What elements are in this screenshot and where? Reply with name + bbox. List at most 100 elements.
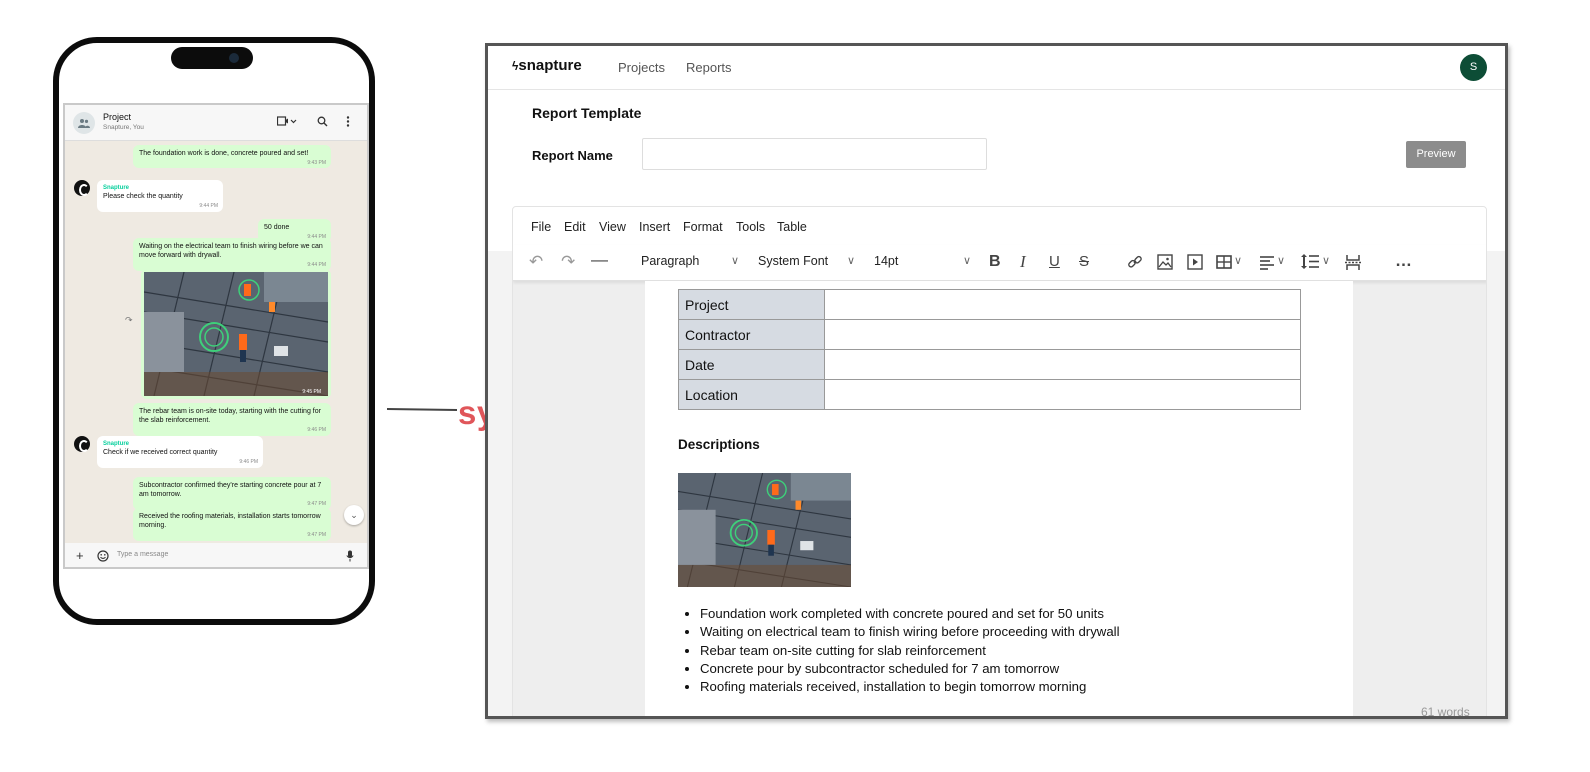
table-row: Project [678,289,1301,320]
more-options-icon[interactable] [346,116,350,130]
list-item: Roofing materials received, installation… [700,678,1120,696]
editor-menubar: File Edit View Insert Format Tools Table [513,207,1486,245]
message-text: Check if we received correct quantity [103,449,218,457]
chat-message: The foundation work is done, concrete po… [133,145,331,169]
message-sender: Snapture [103,441,130,447]
image-icon[interactable] [1157,254,1173,275]
snapture-logo[interactable]: ϟsnapture [512,57,582,74]
message-input[interactable]: Type a message [117,551,168,558]
table-value-cell[interactable] [824,289,1301,320]
description-bullet-list: Foundation work completed with concrete … [700,605,1120,696]
main-content: Report Template Report Name Preview File… [488,91,1505,716]
undo-icon[interactable]: ↶ [529,252,543,272]
align-left-icon[interactable] [1259,254,1275,275]
group-avatar-icon[interactable] [73,112,95,134]
message-text: Waiting on the electrical team to finish… [139,243,323,260]
plus-icon[interactable]: + [76,548,84,563]
table-header-cell[interactable]: Date [678,349,825,380]
message-text: Subcontractor confirmed they're starting… [139,482,322,499]
table-row: Contractor [678,319,1301,350]
search-icon[interactable] [317,116,328,130]
message-text: The rebar team is on-site today, startin… [139,408,321,425]
more-icon[interactable]: … [1395,251,1412,271]
list-item: Foundation work completed with concrete … [700,605,1120,623]
menu-tools[interactable]: Tools [736,220,765,234]
menu-file[interactable]: File [531,220,551,234]
table-header-cell[interactable]: Contractor [678,319,825,350]
report-info-table: Project Contractor Date Location [678,289,1301,410]
chat-message: Snapture Please check the quantity 9:44 … [97,180,223,212]
table-value-cell[interactable] [824,349,1301,380]
block-format-select[interactable]: Paragraph [641,254,699,268]
table-header-cell[interactable]: Project [678,289,825,320]
menu-view[interactable]: View [599,220,626,234]
menu-format[interactable]: Format [683,220,723,234]
message-time: 9:46 PM [307,427,326,434]
rich-text-editor: File Edit View Insert Format Tools Table… [512,206,1487,716]
link-icon[interactable] [1127,254,1143,275]
phone-mockup: Project Snapture, You The foundation wor… [53,37,375,625]
menu-edit[interactable]: Edit [564,220,586,234]
table-header-cell[interactable]: Location [678,379,825,410]
report-name-input[interactable] [642,138,987,170]
media-icon[interactable] [1187,254,1203,275]
chat-message: Snapture Check if we received correct qu… [97,436,263,468]
microphone-icon[interactable] [346,549,354,567]
chat-participants: Snapture, You [103,124,144,131]
chat-header: Project Snapture, You [65,105,367,141]
line-height-icon[interactable] [1300,253,1320,275]
message-sender: Snapture [103,185,130,191]
forward-icon[interactable]: ↷ [125,315,133,326]
report-template-title: Report Template [532,105,642,121]
report-name-label: Report Name [532,148,613,163]
table-value-cell[interactable] [824,379,1301,410]
chevron-down-icon[interactable]: ∨ [731,254,739,267]
word-count: 61 words [1421,705,1470,719]
chat-image-message[interactable]: 9:45 PM [141,269,331,399]
chevron-down-icon[interactable]: ∨ [1234,254,1242,267]
redo-icon[interactable]: ↷ [561,252,575,272]
descriptions-heading: Descriptions [678,437,760,452]
preview-button[interactable]: Preview [1406,141,1466,168]
message-time: 9:47 PM [307,532,326,539]
message-time: 9:46 PM [239,458,258,465]
construction-site-photo [144,272,328,396]
message-text: 50 done [264,224,290,231]
chevron-down-icon[interactable]: ∨ [1277,254,1285,267]
underline-icon[interactable]: U [1049,253,1060,270]
nav-projects[interactable]: Projects [618,60,665,75]
report-editor-window: ϟsnapture Projects Reports S Report Temp… [485,43,1508,719]
table-row: Date [678,349,1301,380]
construction-site-photo[interactable] [678,473,851,587]
message-text: Received the roofing materials, installa… [139,513,321,530]
menu-table[interactable]: Table [777,220,807,234]
message-time: 9:43 PM [307,159,326,166]
logo-text: snapture [518,57,582,74]
chat-title[interactable]: Project [103,112,131,122]
emoji-icon[interactable] [97,549,109,567]
page-break-icon[interactable] [1345,254,1361,276]
nav-reports[interactable]: Reports [686,60,732,75]
chevron-down-icon[interactable]: ∨ [1322,254,1330,267]
document-page[interactable]: Project Contractor Date Location Descrip… [645,281,1353,716]
strikethrough-icon[interactable]: S [1079,253,1089,270]
chevron-down-icon[interactable]: ∨ [847,254,855,267]
message-text: The foundation work is done, concrete po… [139,150,309,157]
table-value-cell[interactable] [824,319,1301,350]
font-size-select[interactable]: 14pt [874,254,898,268]
font-family-select[interactable]: System Font [758,254,828,268]
list-item: Concrete pour by subcontractor scheduled… [700,660,1120,678]
bold-icon[interactable]: B [989,253,1001,271]
user-avatar[interactable]: S [1460,54,1487,81]
table-icon[interactable] [1216,254,1232,275]
chevron-down-icon[interactable]: ∨ [963,254,971,267]
whatsapp-chat-screen: Project Snapture, You The foundation wor… [63,103,369,569]
video-call-icon[interactable] [276,116,297,129]
scroll-down-button[interactable]: ⌄ [344,505,364,525]
horizontal-rule-icon[interactable]: — [591,250,608,270]
table-row: Location [678,379,1301,410]
list-item: Rebar team on-site cutting for slab rein… [700,642,1120,660]
italic-icon[interactable]: I [1020,252,1026,272]
menu-insert[interactable]: Insert [639,220,670,234]
message-time: 9:47 PM [307,501,326,508]
